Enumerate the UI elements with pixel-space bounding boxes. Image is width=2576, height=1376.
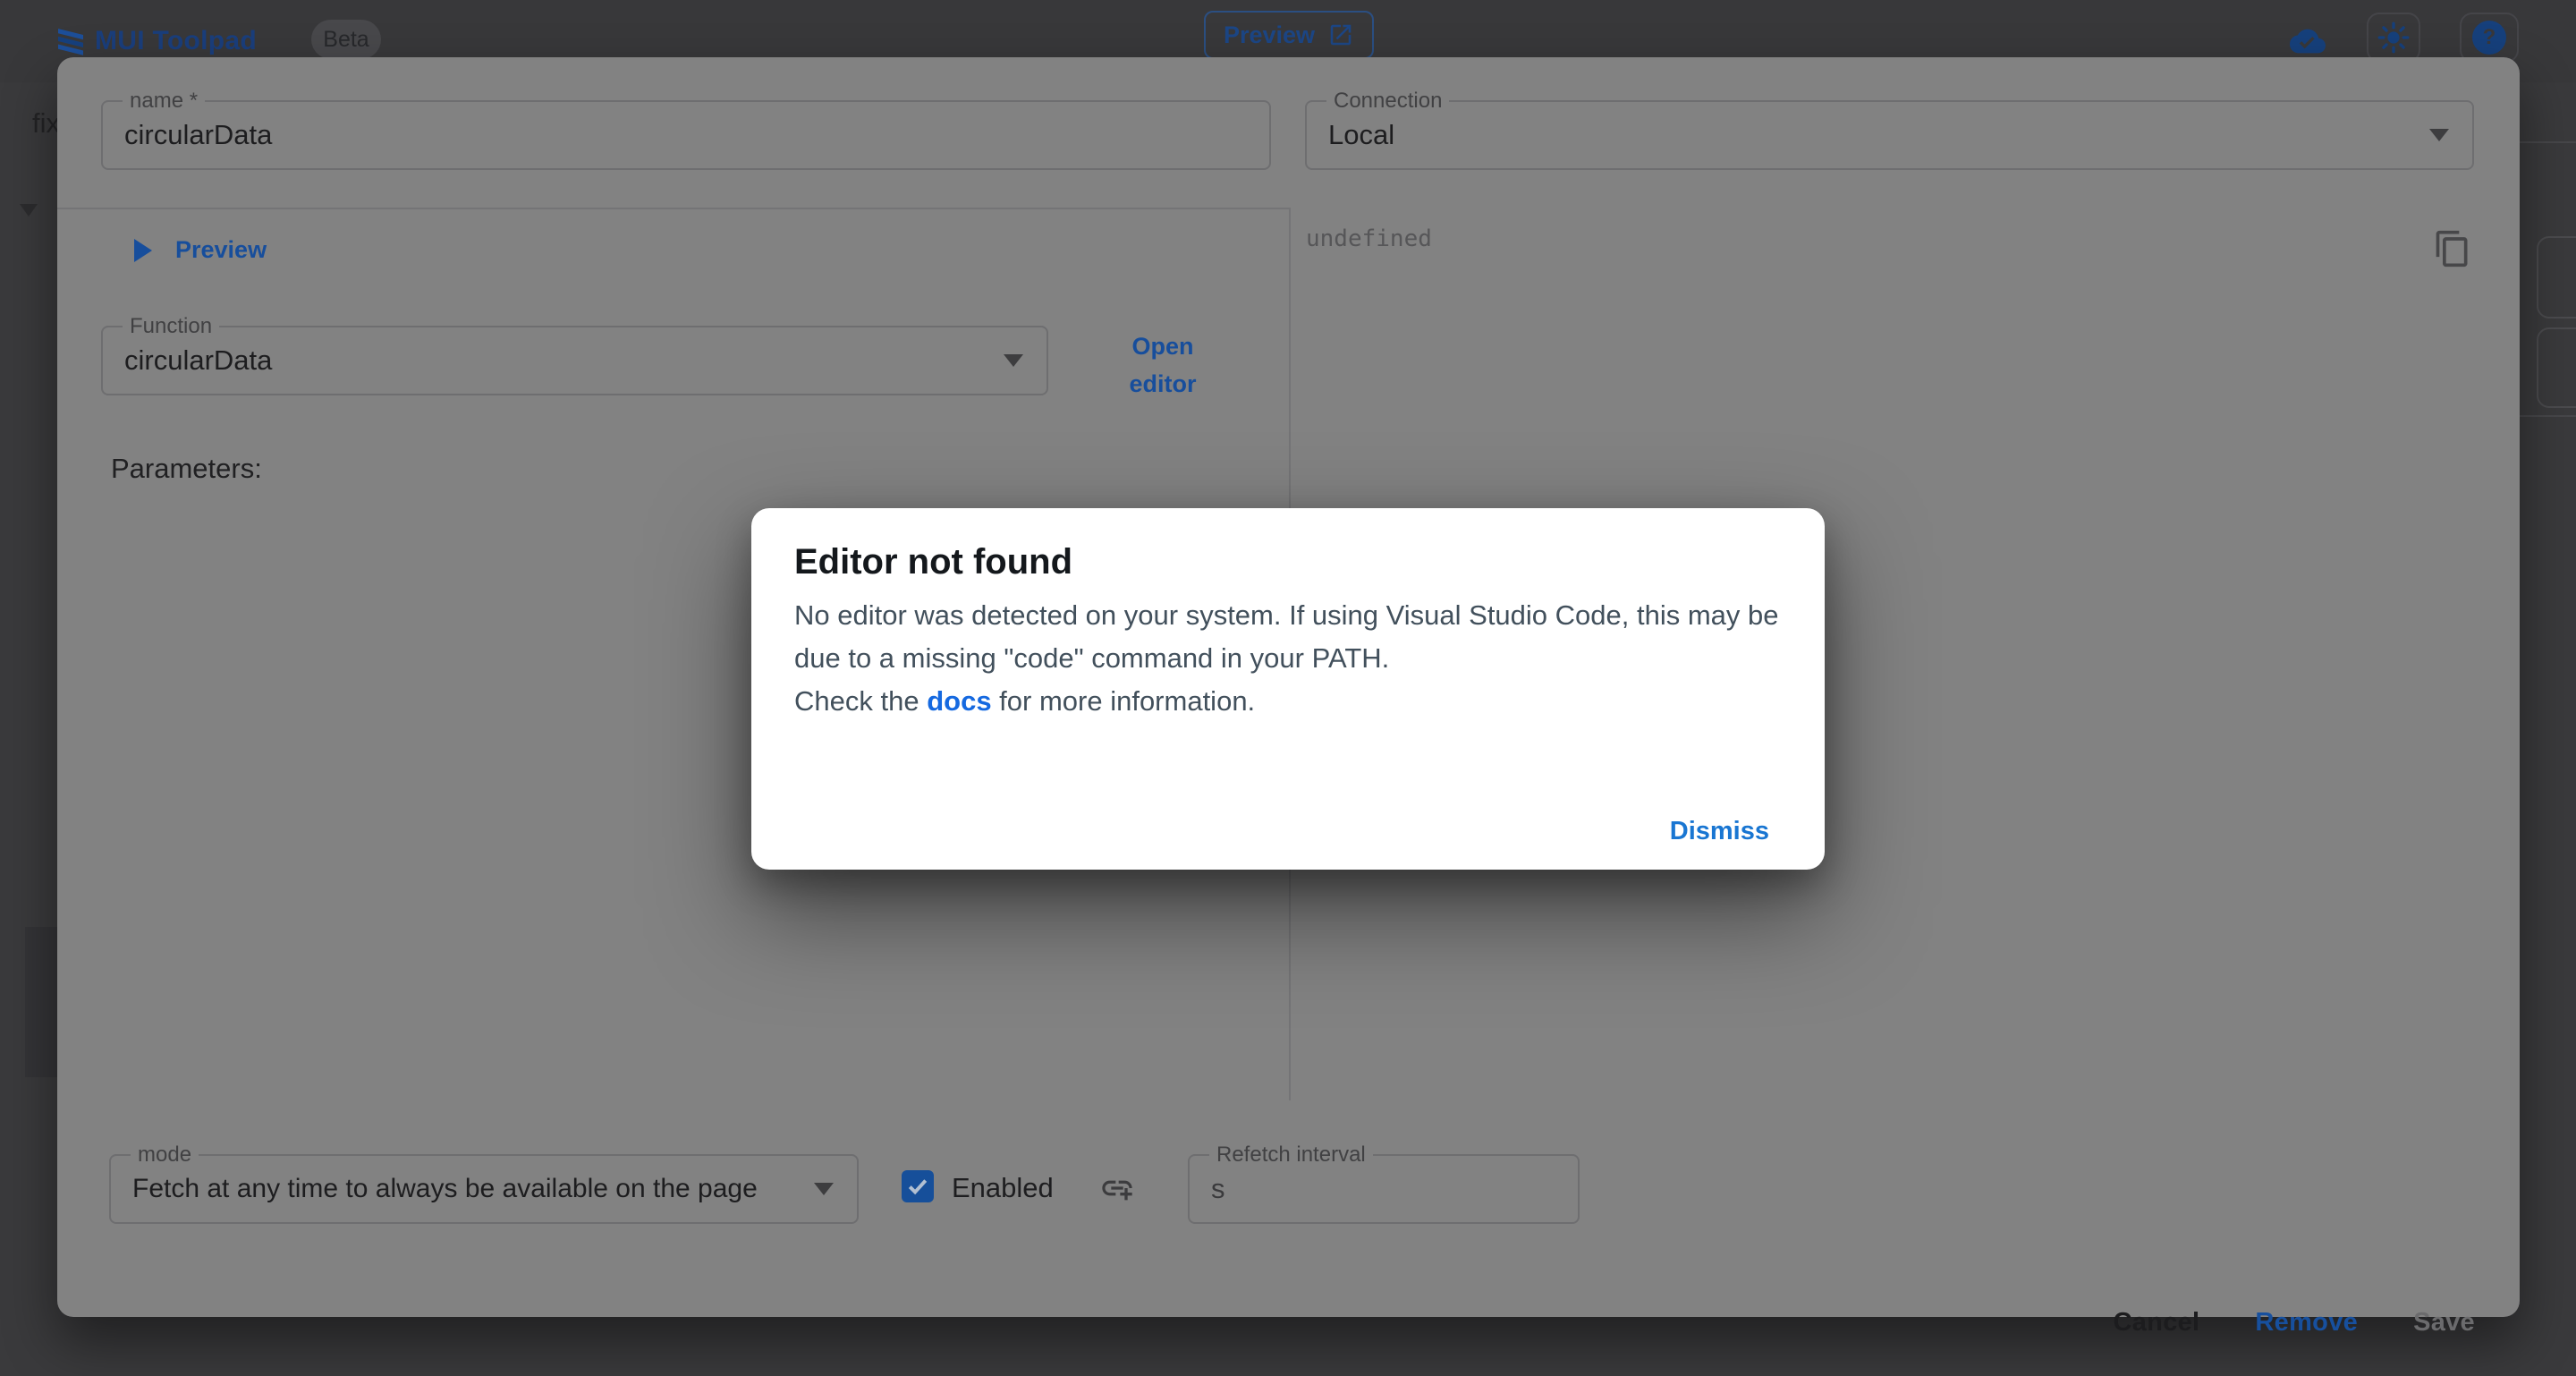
- dismiss-button[interactable]: Dismiss: [1670, 817, 1769, 846]
- dialog-check-suffix: for more information.: [992, 685, 1256, 717]
- dialog-body: No editor was detected on your system. I…: [794, 594, 1785, 723]
- dialog-check-prefix: Check the: [794, 685, 927, 717]
- docs-link[interactable]: docs: [927, 685, 991, 717]
- dialog-title: Editor not found: [794, 542, 1072, 582]
- dialog-body-text: No editor was detected on your system. I…: [794, 599, 1779, 674]
- editor-not-found-dialog: Editor not found No editor was detected …: [751, 508, 1825, 870]
- screen: MUI Toolpad Beta Preview: [0, 0, 2576, 1376]
